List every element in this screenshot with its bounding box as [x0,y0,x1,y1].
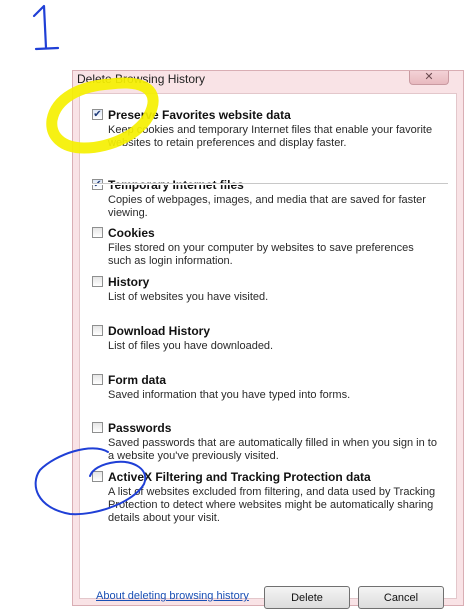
option-description: Saved information that you have typed in… [108,389,351,401]
separator [92,183,448,185]
about-deleting-history-link[interactable]: About deleting browsing history [96,590,249,602]
dialog-content: ✔ Preserve Favorites website data Keep coo… [79,93,457,609]
option-description: Keep cookies and temporary Internet file… [108,124,433,149]
dialog-title: Delete Browsing History [77,72,206,86]
close-icon: ✕ [424,71,434,83]
option-title[interactable]: Preserve Favorites website data [108,108,291,122]
option-title[interactable]: Cookies [108,226,155,240]
option-title[interactable]: Temporary Internet files [108,178,244,192]
option-description: Files stored on your computer by website… [108,242,414,267]
option-checkbox[interactable] [92,325,103,336]
step-number-annotation: 1 [30,2,70,52]
cancel-button[interactable]: Cancel [358,586,444,609]
option-description: List of files you have downloaded. [108,340,274,352]
option-description: Saved passwords that are automatically f… [108,437,437,462]
option-description: A list of websites excluded from filteri… [108,486,436,524]
option-title[interactable]: Passwords [108,421,171,435]
option-checkbox[interactable] [92,276,103,287]
option-description: List of websites you have visited. [108,291,269,303]
close-button[interactable]: ✕ [409,71,449,85]
checkmark-icon: ✔ [93,109,102,120]
option-description: Copies of webpages, images, and media th… [108,194,426,219]
delete-button[interactable]: Delete [264,586,350,609]
option-title[interactable]: History [108,275,149,289]
option-title[interactable]: Form data [108,373,166,387]
delete-browsing-history-dialog: Delete Browsing History ✕ ✔ Preserve Favo… [72,70,464,609]
title-bar: Delete Browsing History ✕ [73,71,463,93]
option-title[interactable]: Download History [108,324,210,338]
option-checkbox[interactable] [92,471,103,482]
option-title[interactable]: ActiveX Filtering and Tracking Protectio… [108,470,371,484]
option-checkbox[interactable] [92,422,103,433]
option-checkbox[interactable]: ✔ [92,109,103,120]
option-checkbox[interactable] [92,374,103,385]
option-checkbox[interactable] [92,227,103,238]
